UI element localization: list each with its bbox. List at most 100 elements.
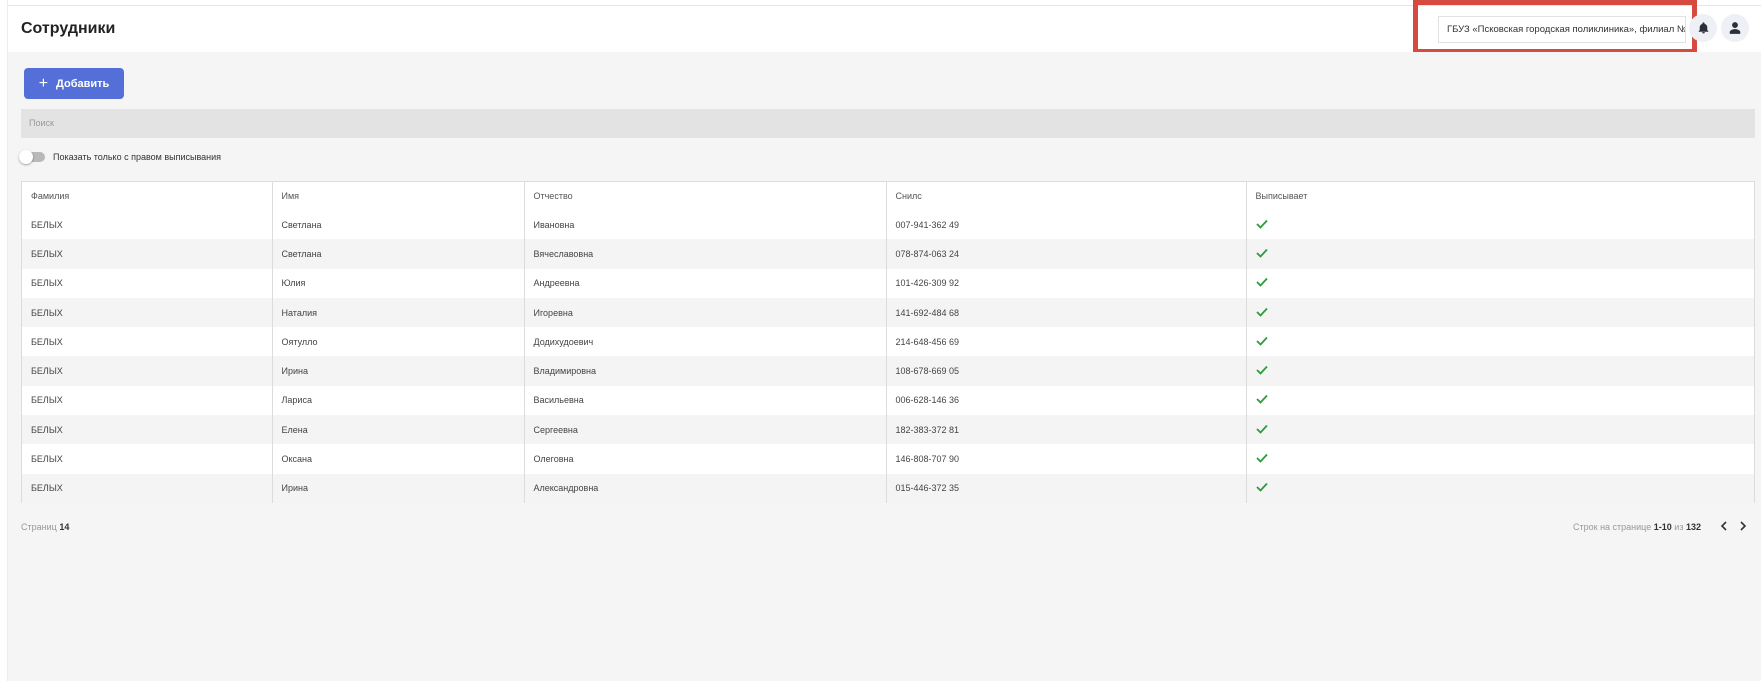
cell-middle-name: Александровна (524, 473, 887, 503)
cell-snils: 078-874-063 24 (886, 239, 1247, 269)
table-row[interactable]: БЕЛЫХ Ирина Владимировна 108-678-669 05 (22, 356, 1754, 386)
cell-first-name: Оксана (272, 444, 525, 474)
cell-middle-name: Игоревна (524, 297, 887, 328)
pages-info: Страниц 14 (21, 522, 69, 532)
chevron-right-icon (1740, 521, 1747, 531)
check-icon (1255, 483, 1268, 493)
cell-snils: 108-678-669 05 (886, 356, 1247, 386)
cell-last-name: БЕЛЫХ (22, 356, 273, 386)
table-row[interactable]: БЕЛЫХ Оятулло Додихудоевич 214-648-456 69 (22, 327, 1754, 357)
column-header-snils[interactable]: Снилс (886, 182, 1247, 210)
page-title: Сотрудники (21, 20, 116, 37)
cell-snils: 015-446-372 35 (886, 473, 1247, 503)
cell-prescribes (1246, 385, 1754, 416)
column-header-last-name[interactable]: Фамилия (22, 182, 273, 210)
chevron-left-icon (1720, 521, 1727, 531)
user-icon (1729, 22, 1741, 34)
cell-middle-name: Владимировна (524, 356, 887, 386)
cell-prescribes (1246, 239, 1754, 269)
cell-first-name: Оятулло (272, 327, 525, 357)
cell-prescribes (1246, 327, 1754, 357)
prescribe-toggle[interactable] (19, 150, 45, 164)
rows-info: Строк на странице 1-10 из 132 (1573, 522, 1701, 532)
table-row[interactable]: БЕЛЫХ Светлана Вячеславовна 078-874-063 24 (22, 239, 1754, 269)
cell-prescribes (1246, 297, 1754, 328)
table-row[interactable]: БЕЛЫХ Лариса Васильевна 006-628-146 36 (22, 385, 1754, 416)
toggle-knob (19, 150, 33, 164)
table-row[interactable]: БЕЛЫХ Наталия Игоревна 141-692-484 68 (22, 297, 1754, 328)
rows-total: 132 (1685, 522, 1701, 532)
pages-count: 14 (59, 522, 70, 532)
pages-label: Страниц (21, 522, 57, 532)
check-icon (1255, 307, 1268, 317)
rows-label: Строк на странице (1573, 522, 1652, 532)
employees-table: Фамилия Имя Отчество Снилс Выписывает БЕ… (21, 181, 1755, 503)
cell-prescribes (1246, 444, 1754, 474)
column-header-prescribes[interactable]: Выписывает (1246, 182, 1754, 210)
table-header-row: Фамилия Имя Отчество Снилс Выписывает (22, 182, 1754, 210)
cell-middle-name: Ивановна (524, 210, 887, 240)
cell-last-name: БЕЛЫХ (22, 473, 273, 503)
cell-middle-name: Олеговна (524, 444, 887, 474)
column-header-first-name[interactable]: Имя (272, 182, 525, 210)
cell-middle-name: Андреевна (524, 268, 887, 298)
bell-icon (1698, 22, 1708, 34)
cell-last-name: БЕЛЫХ (22, 210, 273, 240)
check-icon (1255, 424, 1268, 434)
organization-highlight: ГБУЗ «Псковская городская поликлиника», … (1413, 0, 1697, 54)
cell-middle-name: Вячеславовна (524, 239, 887, 269)
cell-last-name: БЕЛЫХ (22, 297, 273, 328)
cell-first-name: Светлана (272, 239, 525, 269)
cell-snils: 214-648-456 69 (886, 327, 1247, 357)
check-icon (1255, 395, 1268, 405)
table-row[interactable]: БЕЛЫХ Оксана Олеговна 146-808-707 90 (22, 444, 1754, 474)
cell-snils: 101-426-309 92 (886, 268, 1247, 298)
cell-snils: 182-383-372 81 (886, 415, 1247, 445)
page-header: Сотрудники ГБУЗ «Псковская городская пол… (8, 0, 1761, 54)
cell-last-name: БЕЛЫХ (22, 385, 273, 416)
check-icon (1255, 366, 1268, 375)
check-icon (1255, 278, 1268, 288)
check-icon (1255, 248, 1268, 258)
cell-prescribes (1246, 268, 1754, 298)
notifications-button[interactable] (1689, 14, 1717, 42)
add-employee-button[interactable]: + Добавить (24, 68, 124, 99)
cell-first-name: Светлана (272, 210, 525, 240)
check-icon (1255, 336, 1268, 346)
rows-range: 1-10 (1653, 522, 1672, 532)
cell-snils: 141-692-484 68 (886, 297, 1247, 328)
cell-first-name: Лариса (272, 385, 525, 416)
cell-last-name: БЕЛЫХ (22, 268, 273, 298)
add-button-label: Добавить (56, 77, 110, 90)
check-icon (1255, 453, 1268, 463)
cell-snils: 006-628-146 36 (886, 385, 1247, 416)
prescribe-filter: Показать только с правом выписывания (19, 150, 221, 164)
left-rail (0, 0, 8, 681)
profile-button[interactable] (1721, 14, 1749, 42)
organization-select[interactable]: ГБУЗ «Псковская городская поликлиника», … (1438, 16, 1686, 43)
previous-page-button[interactable] (1716, 518, 1732, 534)
cell-last-name: БЕЛЫХ (22, 444, 273, 474)
table-row[interactable]: БЕЛЫХ Елена Сергеевна 182-383-372 81 (22, 415, 1754, 445)
column-header-middle-name[interactable]: Отчество (524, 182, 887, 210)
search-input[interactable]: Поиск (21, 109, 1755, 138)
cell-first-name: Ирина (272, 356, 525, 386)
table-row[interactable]: БЕЛЫХ Ирина Александровна 015-446-372 35 (22, 473, 1754, 503)
next-page-button[interactable] (1735, 518, 1751, 534)
cell-last-name: БЕЛЫХ (22, 239, 273, 269)
table-row[interactable]: БЕЛЫХ Светлана Ивановна 007-941-362 49 (22, 210, 1754, 240)
cell-last-name: БЕЛЫХ (22, 327, 273, 357)
cell-prescribes (1246, 210, 1754, 240)
cell-middle-name: Сергеевна (524, 415, 887, 445)
cell-prescribes (1246, 473, 1754, 503)
cell-middle-name: Васильевна (524, 385, 887, 416)
cell-first-name: Елена (272, 415, 525, 445)
table-row[interactable]: БЕЛЫХ Юлия Андреевна 101-426-309 92 (22, 268, 1754, 298)
cell-first-name: Юлия (272, 268, 525, 298)
cell-snils: 146-808-707 90 (886, 444, 1247, 474)
plus-icon: + (38, 74, 49, 92)
of-label: из (1674, 522, 1684, 532)
cell-prescribes (1246, 356, 1754, 386)
cell-first-name: Наталия (272, 297, 525, 328)
cell-last-name: БЕЛЫХ (22, 415, 273, 445)
